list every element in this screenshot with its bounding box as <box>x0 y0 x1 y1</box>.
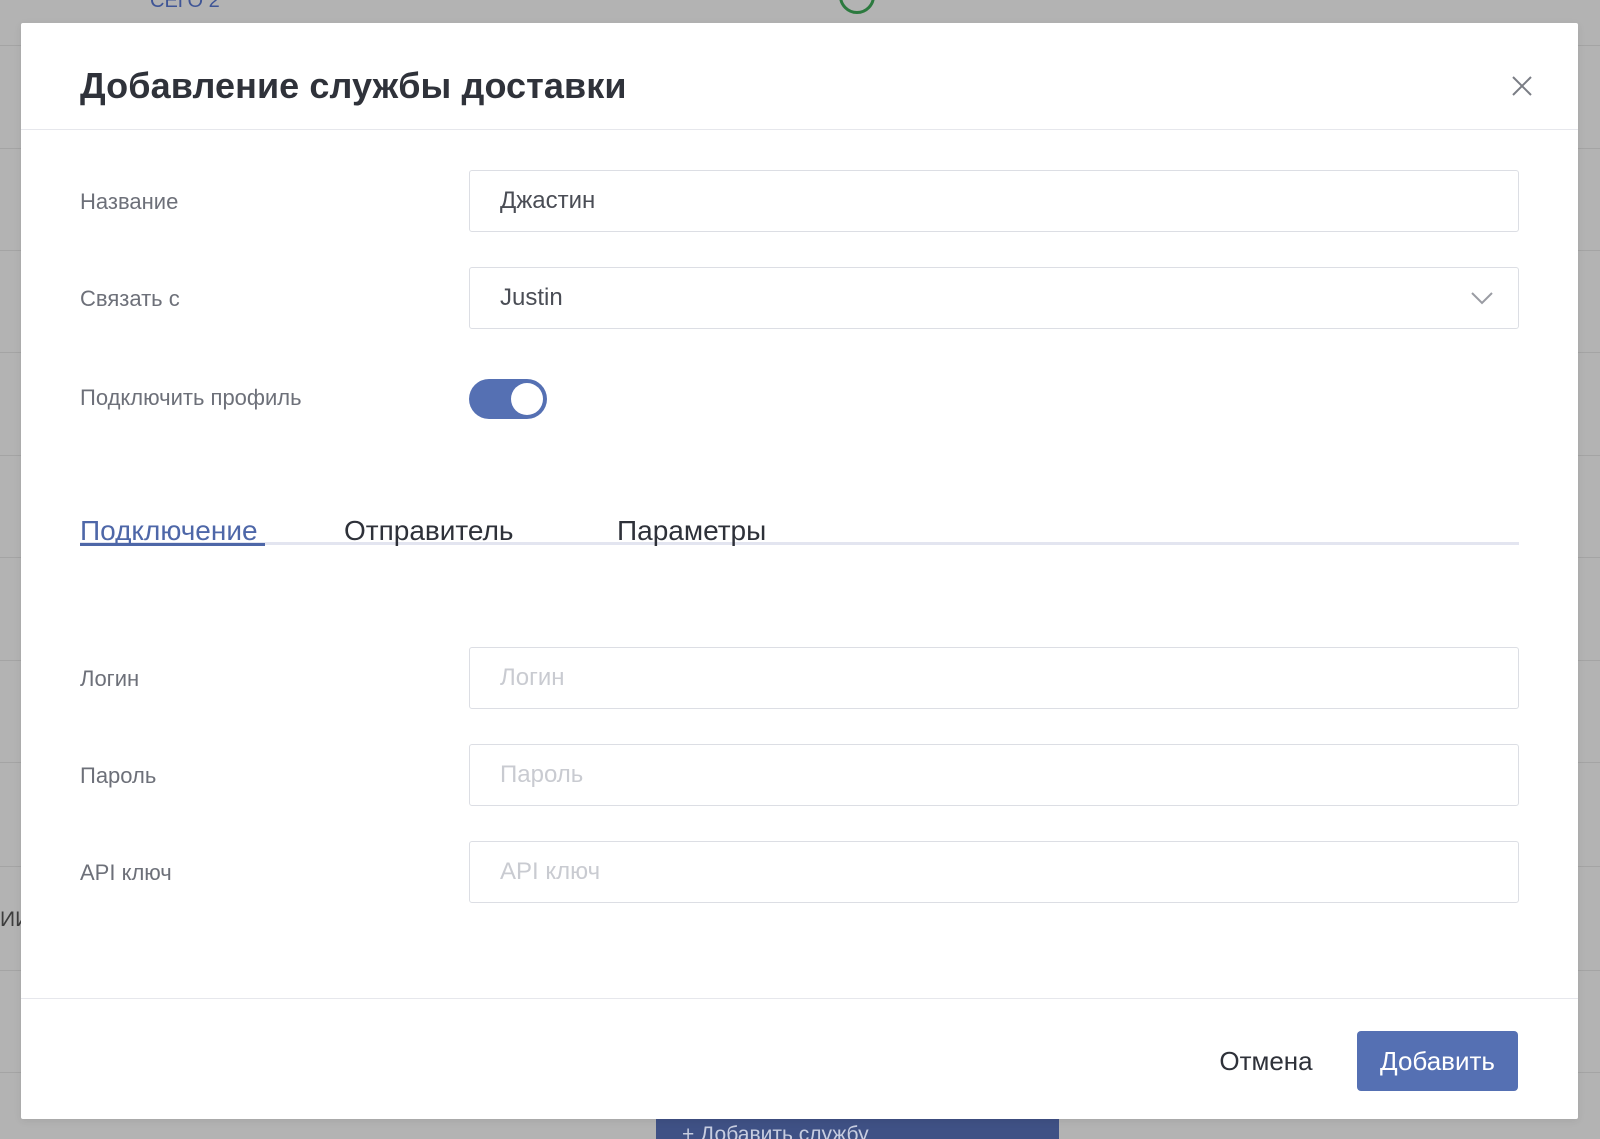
connect-profile-label: Подключить профиль <box>80 385 302 410</box>
login-input[interactable] <box>469 647 1519 709</box>
background-add-button: + Добавить службу <box>656 1117 1059 1139</box>
close-button[interactable] <box>1509 73 1535 99</box>
close-icon <box>1512 76 1532 96</box>
modal-title: Добавление службы доставки <box>80 65 627 106</box>
login-label: Логин <box>80 666 140 691</box>
background-status-icon <box>839 0 875 14</box>
api-key-input[interactable] <box>469 841 1519 903</box>
name-input[interactable] <box>469 170 1519 232</box>
cancel-button[interactable]: Отмена <box>1211 1031 1321 1091</box>
toggle-knob <box>511 383 543 415</box>
password-label: Пароль <box>80 763 157 788</box>
api-key-label: API ключ <box>80 860 172 885</box>
modal-footer: Отмена Добавить <box>21 998 1578 1119</box>
add-button[interactable]: Добавить <box>1357 1031 1518 1091</box>
active-tab-indicator <box>80 543 265 546</box>
name-label: Название <box>80 189 179 214</box>
password-input[interactable] <box>469 744 1519 806</box>
tab-sender[interactable]: Отправитель <box>344 515 514 547</box>
chevron-down-icon <box>1471 292 1493 305</box>
tab-parameters[interactable]: Параметры <box>617 515 766 547</box>
link-with-select[interactable]: Justin <box>469 267 1519 329</box>
tab-bar: Подключение Отправитель Параметры <box>80 495 1519 547</box>
background-link: СЕГО 2 <box>150 0 220 12</box>
connect-profile-toggle[interactable] <box>469 379 547 419</box>
link-with-selected-value: Justin <box>500 284 563 311</box>
modal-header: Добавление службы доставки <box>21 23 1578 130</box>
link-with-label: Связать с <box>80 286 180 311</box>
add-delivery-service-dialog: Добавление службы доставки Название Связ… <box>21 23 1578 1119</box>
